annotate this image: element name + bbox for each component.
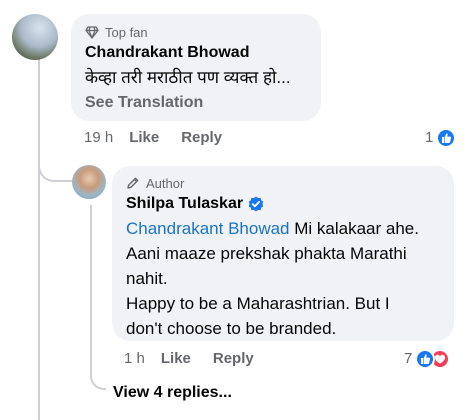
reply-button[interactable]: Reply (181, 129, 222, 146)
like-icon[interactable] (436, 128, 456, 148)
reply-thread-connector (90, 360, 106, 390)
reply-text-line: Happy to be a Maharashtrian. But I (126, 294, 390, 313)
reply-text-line: Aani maaze prekshak phakta Marathi (126, 244, 407, 263)
pen-icon (127, 177, 139, 189)
reply-text: Chandrakant Bhowad Mi kalakaar ahe. Aani… (126, 216, 440, 341)
author-name[interactable]: Shilpa Tulaskar (126, 195, 243, 213)
like-button[interactable]: Like (129, 129, 159, 146)
author-name[interactable]: Chandrakant Bhowad (85, 44, 307, 62)
author-name-row: Shilpa Tulaskar (126, 195, 440, 213)
reply-text-line: nahit. (126, 269, 168, 288)
reaction-count[interactable]: 1 (425, 129, 433, 146)
comment-text: केव्हा तरी मराठीत पण व्यक्त हो... (85, 68, 291, 87)
reply-text-line: don't choose to be branded. (126, 319, 337, 338)
avatar[interactable] (12, 14, 58, 60)
see-translation-link[interactable]: See Translation (85, 94, 307, 112)
reply-thread-line (90, 205, 92, 375)
reply-text-line: Mi kalakaar ahe. (289, 219, 419, 238)
top-fan-badge: Top fan (85, 23, 307, 41)
author-badge: Author (126, 174, 440, 192)
comment-actions: 19 h Like Reply (84, 129, 222, 146)
reply-time[interactable]: 1 h (124, 350, 145, 367)
like-button[interactable]: Like (161, 350, 191, 367)
badge-label: Top fan (105, 24, 148, 40)
verified-badge-icon (248, 196, 264, 212)
reaction-count[interactable]: 7 (404, 350, 412, 367)
view-replies-link[interactable]: View 4 replies... (113, 384, 232, 402)
thread-connector (38, 150, 72, 182)
reply-actions: 1 h Like Reply (124, 350, 254, 367)
reply-bubble: Author Shilpa Tulaskar Chandrakant Bhowa… (112, 166, 454, 341)
thread-line (38, 58, 40, 420)
comment-time[interactable]: 19 h (84, 129, 113, 146)
mention-link[interactable]: Chandrakant Bhowad (126, 219, 290, 238)
comment-bubble: Top fan Chandrakant Bhowad केव्हा तरी मर… (71, 14, 321, 121)
reply-button[interactable]: Reply (213, 350, 254, 367)
badge-label: Author (146, 175, 185, 191)
avatar[interactable] (72, 165, 106, 199)
diamond-icon (85, 25, 99, 39)
like-icon[interactable] (415, 349, 435, 369)
